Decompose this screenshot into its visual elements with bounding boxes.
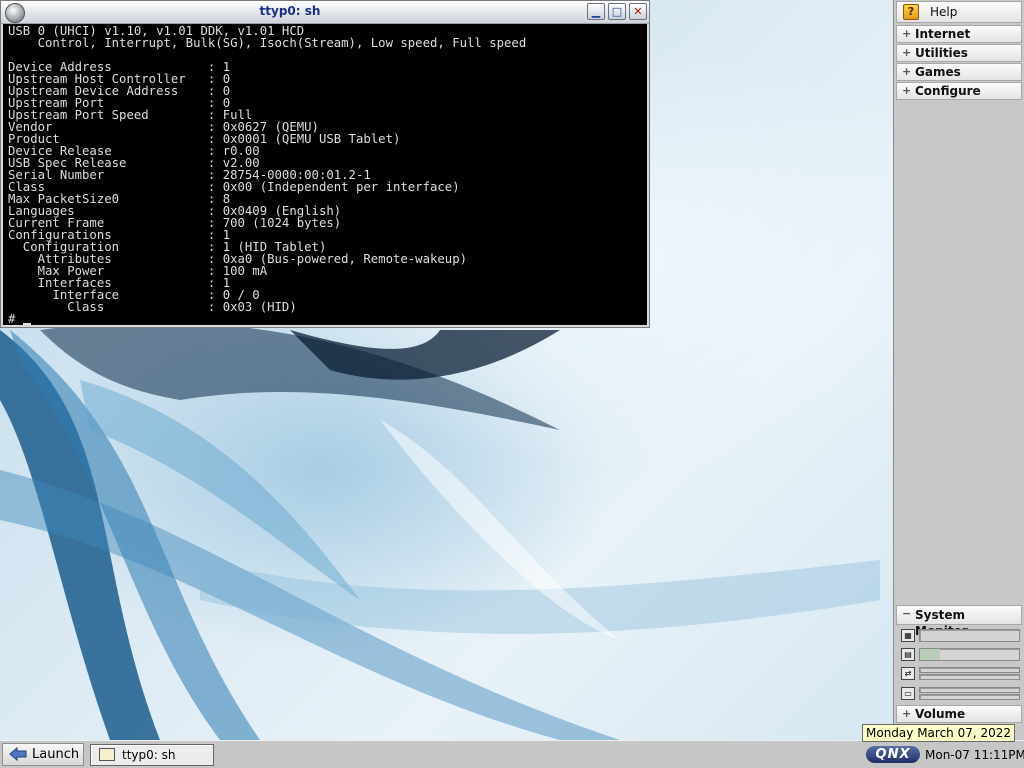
- terminal-window-icon: [99, 748, 115, 761]
- shelf-group-label: Games: [915, 65, 961, 79]
- terminal-output[interactable]: USB 0 (UHCI) v1.10, v1.01 DDK, v1.01 HCD…: [3, 24, 647, 325]
- shelf-group-internet[interactable]: + Internet: [896, 25, 1022, 43]
- disk-icon: ▭: [901, 687, 915, 700]
- system-tray: QNX Mon-07 11:11PM: [866, 744, 1024, 766]
- volume-group[interactable]: + Volume: [896, 705, 1022, 723]
- shelf-group-label: Utilities: [915, 46, 968, 60]
- launch-button[interactable]: Launch: [2, 743, 84, 766]
- disk-meter[interactable]: ▭: [896, 684, 1022, 704]
- network-icon: ⇄: [901, 667, 915, 680]
- help-button[interactable]: ? Help: [896, 1, 1022, 23]
- network-meter[interactable]: ⇄: [896, 664, 1022, 684]
- close-button[interactable]: ✕: [629, 3, 647, 20]
- terminal-cursor: [22, 323, 31, 325]
- shelf-group-utilities[interactable]: + Utilities: [896, 44, 1022, 62]
- memory-meter[interactable]: ▤: [896, 645, 1022, 665]
- disk-meter-bar-write: [919, 694, 1020, 700]
- date-tooltip: Monday March 07, 2022: [862, 724, 1016, 742]
- taskbar: Launch ttyp0: sh QNX Mon-07 11:11PM: [0, 740, 1024, 768]
- terminal-line: Control, Interrupt, Bulk(SG), Isoch(Stre…: [8, 36, 527, 50]
- shelf-group-label: Internet: [915, 27, 971, 41]
- minimize-button[interactable]: ▁: [587, 3, 605, 20]
- terminal-line: Class : 0x03 (HID): [8, 300, 297, 314]
- qnx-logo: QNX: [866, 746, 920, 763]
- network-meter-bar-in: [919, 667, 1020, 673]
- disk-meter-bar-read: [919, 687, 1020, 693]
- memory-icon: ▤: [901, 648, 915, 661]
- help-book-icon: ?: [903, 4, 919, 20]
- memory-meter-bar: [919, 648, 1020, 661]
- volume-label: Volume: [915, 707, 966, 721]
- shelf-panel: ? Help + Internet + Utilities + Games + …: [893, 0, 1024, 740]
- task-label: ttyp0: sh: [122, 748, 176, 762]
- launch-arrow-icon: [9, 747, 27, 762]
- window-titlebar[interactable]: ttyp0: sh ▁ □ ✕: [1, 1, 649, 24]
- expand-icon: +: [902, 707, 912, 720]
- prompt-text: #: [8, 312, 23, 325]
- network-meter-bar-out: [919, 674, 1020, 680]
- cpu-icon: ▦: [901, 629, 915, 642]
- terminal-window[interactable]: ttyp0: sh ▁ □ ✕ USB 0 (UHCI) v1.10, v1.0…: [0, 0, 650, 328]
- memory-meter-fill: [920, 649, 940, 660]
- window-title: ttyp0: sh: [259, 4, 321, 18]
- maximize-button[interactable]: □: [608, 3, 626, 20]
- expand-icon: +: [902, 65, 912, 78]
- help-label: Help: [930, 5, 958, 19]
- terminal-prompt: #: [8, 313, 647, 325]
- taskbar-task-terminal[interactable]: ttyp0: sh: [90, 744, 214, 766]
- shelf-group-label: Configure: [915, 84, 981, 98]
- clock[interactable]: Mon-07 11:11PM: [925, 748, 1024, 762]
- collapse-icon: −: [902, 607, 912, 620]
- shelf-group-configure[interactable]: + Configure: [896, 82, 1022, 100]
- expand-icon: +: [902, 84, 912, 97]
- cpu-meter[interactable]: ▦: [896, 626, 1022, 646]
- shelf-group-games[interactable]: + Games: [896, 63, 1022, 81]
- launch-label: Launch: [32, 747, 80, 762]
- system-monitor-header[interactable]: − System Monitor: [896, 605, 1022, 638]
- cpu-meter-bar: [919, 629, 1020, 642]
- expand-icon: +: [902, 46, 912, 59]
- expand-icon: +: [902, 27, 912, 40]
